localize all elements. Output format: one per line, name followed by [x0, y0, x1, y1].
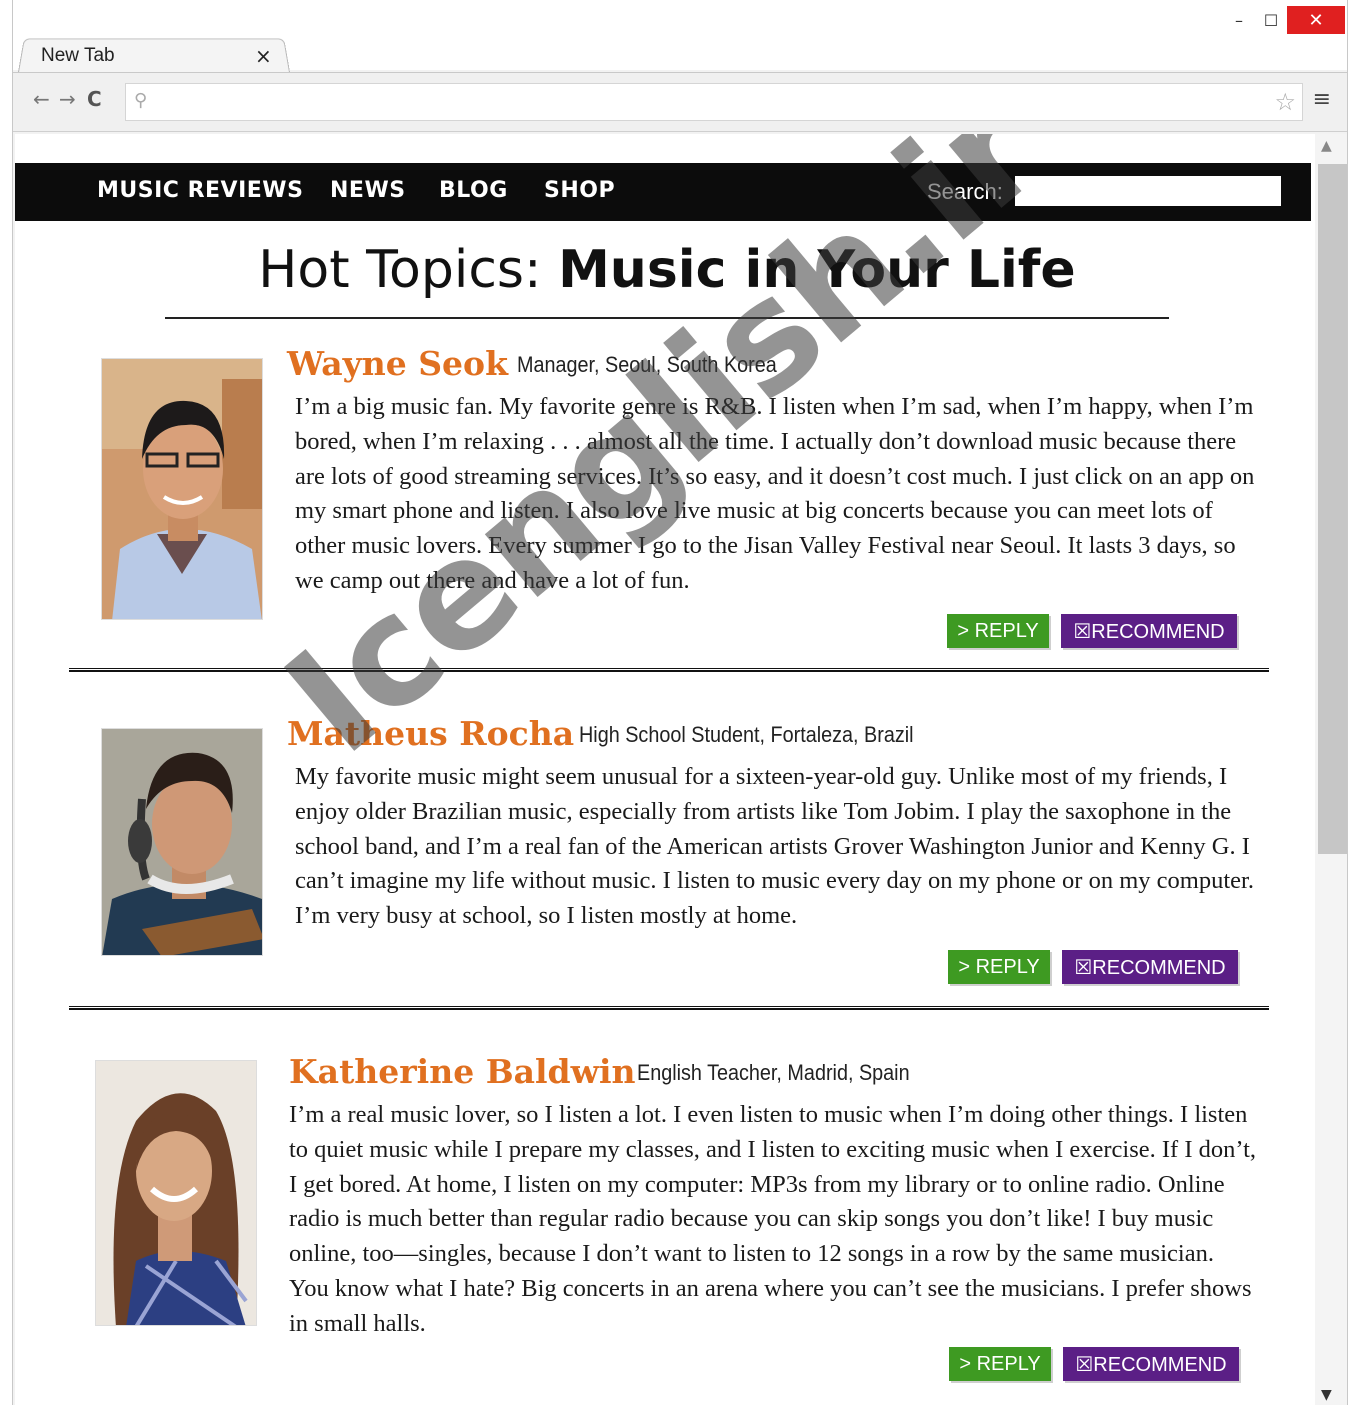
- author-role: Manager, Seoul, South Korea: [517, 352, 777, 377]
- scroll-thumb[interactable]: [1318, 164, 1347, 854]
- tab-close-icon[interactable]: ×: [255, 44, 272, 68]
- nav-blog[interactable]: BLOG: [439, 178, 508, 203]
- scroll-down-icon[interactable]: ▼: [1321, 1387, 1332, 1403]
- maximize-icon[interactable]: ☐: [1255, 7, 1287, 33]
- post-divider: [69, 1006, 1269, 1010]
- search-icon: ⚲: [134, 90, 148, 111]
- author-name: Matheus Rocha: [287, 714, 575, 753]
- minimize-icon[interactable]: –: [1223, 7, 1255, 33]
- post-text: I’m a real music lover, so I listen a lo…: [289, 1101, 1257, 1337]
- author-role: English Teacher, Madrid, Spain: [637, 1060, 910, 1085]
- avatar-wayne: [101, 358, 263, 620]
- browser-window: New Tab × – ☐ ✕ ← → C ⚲ ☆ ≡ ▲ ▼ MUSIC RE…: [12, 0, 1348, 1405]
- bookmark-star-icon[interactable]: ☆: [1274, 88, 1296, 116]
- page-viewport: ▲ ▼ MUSIC REVIEWS NEWS BLOG SHOP Search:…: [15, 134, 1347, 1405]
- post-divider: [69, 668, 1269, 672]
- reply-button[interactable]: > REPLY: [949, 1347, 1051, 1381]
- tab-title[interactable]: New Tab: [41, 45, 115, 67]
- avatar-katherine: [95, 1060, 257, 1326]
- browser-menu-icon[interactable]: ≡: [1313, 87, 1331, 112]
- scroll-up-icon[interactable]: ▲: [1321, 138, 1332, 154]
- address-bar[interactable]: ⚲ ☆: [125, 83, 1303, 121]
- post-text: My favorite music might seem unusual for…: [295, 763, 1254, 930]
- site-navigation: MUSIC REVIEWS NEWS BLOG SHOP Search:: [15, 163, 1311, 221]
- reply-button[interactable]: > REPLY: [947, 614, 1049, 648]
- avatar-matheus: [101, 728, 263, 956]
- back-arrow-icon[interactable]: ←: [33, 87, 50, 111]
- close-window-icon[interactable]: ✕: [1287, 6, 1345, 34]
- window-controls: – ☐ ✕: [1223, 6, 1345, 34]
- reload-icon[interactable]: C: [87, 87, 102, 111]
- title-prefix: Hot Topics:: [258, 240, 559, 300]
- nav-news[interactable]: NEWS: [330, 178, 406, 203]
- reply-button[interactable]: > REPLY: [948, 950, 1050, 984]
- author-role: High School Student, Fortaleza, Brazil: [579, 722, 914, 747]
- recommend-button[interactable]: ☒RECOMMEND: [1062, 950, 1238, 984]
- search-label: Search:: [927, 179, 1003, 204]
- title-main: Music in Your Life: [558, 240, 1076, 300]
- nav-music-reviews[interactable]: MUSIC REVIEWS: [97, 178, 303, 203]
- recommend-button[interactable]: ☒RECOMMEND: [1063, 1347, 1239, 1381]
- page-title: Hot Topics: Music in Your Life: [165, 240, 1169, 300]
- recommend-button[interactable]: ☒RECOMMEND: [1061, 614, 1237, 648]
- forward-arrow-icon[interactable]: →: [59, 87, 76, 111]
- post-text: I’m a big music fan. My favorite genre i…: [295, 393, 1255, 594]
- title-bar: New Tab × – ☐ ✕: [13, 0, 1347, 73]
- vertical-scrollbar[interactable]: ▲ ▼: [1315, 134, 1347, 1405]
- author-name: Wayne Seok: [287, 344, 508, 383]
- author-name: Katherine Baldwin: [289, 1052, 636, 1091]
- title-underline: [165, 317, 1169, 319]
- site-search-input[interactable]: [1015, 176, 1281, 206]
- browser-toolbar: ← → C ⚲ ☆ ≡: [13, 72, 1347, 132]
- nav-shop[interactable]: SHOP: [544, 178, 615, 203]
